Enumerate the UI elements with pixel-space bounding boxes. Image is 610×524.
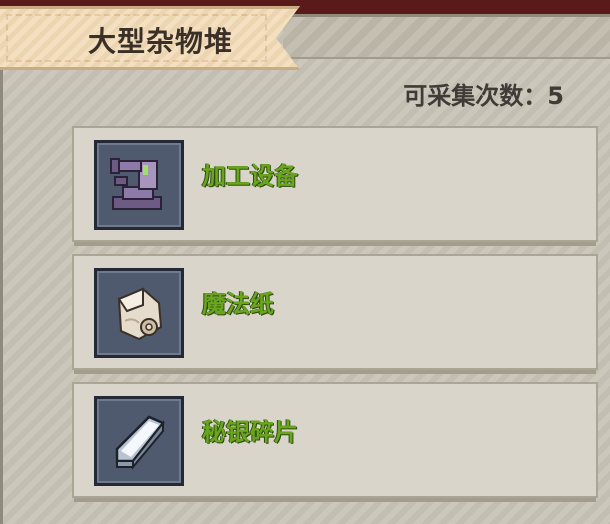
- list-item[interactable]: 秘银碎片: [72, 382, 598, 502]
- list-item[interactable]: 加工设备: [72, 126, 598, 246]
- list-item[interactable]: 魔法纸: [72, 254, 598, 374]
- item-name: 加工设备: [202, 162, 298, 190]
- item-name: 秘银碎片: [202, 418, 298, 446]
- item-icon-slot: [94, 396, 184, 486]
- collect-count-label: 可采集次数：5: [403, 82, 564, 110]
- panel-top-border: [283, 17, 610, 59]
- item-icon-slot: [94, 268, 184, 358]
- mithril-shard-icon: [115, 415, 165, 470]
- item-name: 魔法纸: [202, 290, 274, 318]
- page-title: 大型杂物堆: [88, 25, 234, 58]
- item-icon-slot: [94, 140, 184, 230]
- crafting-machine-icon: [110, 158, 162, 210]
- magic-scroll-icon: [117, 287, 163, 341]
